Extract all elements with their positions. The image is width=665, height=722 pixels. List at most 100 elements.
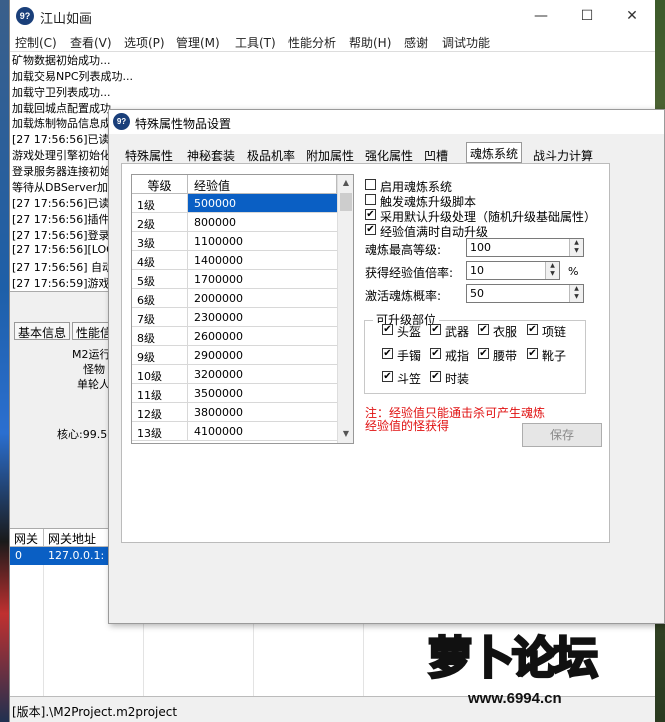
exp-cell[interactable]: 800000: [188, 213, 337, 232]
spin-arrows-icon[interactable]: ▲ ▼: [569, 285, 583, 302]
save-button[interactable]: 保存: [522, 423, 602, 447]
menu-bar: 控制(C) 查看(V) 选项(P) 管理(M) 工具(T) 性能分析 帮助(H)…: [10, 32, 655, 52]
level-col-header[interactable]: 等级: [132, 175, 188, 194]
level-cell: 11级: [132, 384, 188, 403]
table-row[interactable]: 1级 500000: [132, 194, 337, 213]
checkbox-label: 腰带: [493, 349, 518, 363]
exp-rate-stepper[interactable]: 10 ▲ ▼: [466, 261, 560, 280]
level-cell: 13级: [132, 422, 188, 441]
table-row[interactable]: 4级 1400000: [132, 251, 337, 270]
tab-groove[interactable]: 凹槽: [420, 144, 452, 164]
activate-rate-stepper[interactable]: 50 ▲ ▼: [466, 284, 584, 303]
log-line: [27 17:56:59]游戏: [12, 277, 110, 290]
log-line: [27 17:56:56]已读: [12, 133, 110, 146]
table-row[interactable]: 6级 2000000: [132, 289, 337, 308]
table-row[interactable]: 3级 1100000: [132, 232, 337, 251]
exp-cell[interactable]: 3500000: [188, 384, 337, 403]
exp-cell[interactable]: 1100000: [188, 232, 337, 251]
table-row[interactable]: 9级 2900000: [132, 346, 337, 365]
logo-url: www.6994.cn: [468, 690, 562, 707]
menu-tools[interactable]: 工具(T): [235, 34, 276, 51]
checkmark-icon: ✔: [478, 348, 489, 359]
checkbox-empty-icon: [365, 194, 376, 205]
tab-rare-rate[interactable]: 极品机率: [243, 144, 299, 164]
app-icon: 9?: [16, 7, 34, 25]
menu-debug[interactable]: 调试功能: [442, 34, 490, 51]
level-cell: 2级: [132, 213, 188, 232]
exp-col-header[interactable]: 经验值: [188, 175, 337, 194]
level-exp-grid[interactable]: 等级 经验值 1级 500000 2级 800000 3级 1100000 4级…: [131, 174, 354, 444]
tab-basic-info[interactable]: 基本信息: [14, 322, 71, 340]
exp-cell[interactable]: 500000: [188, 194, 337, 213]
checkbox-label: 头盔: [397, 325, 422, 339]
minimize-icon[interactable]: —: [518, 0, 564, 32]
table-row[interactable]: 5级 1700000: [132, 270, 337, 289]
tab-mystery-set[interactable]: 神秘套装: [183, 144, 239, 164]
tab-soul-refine[interactable]: 魂炼系统: [466, 142, 523, 163]
log-line: 登录服务器连接初始: [12, 165, 111, 178]
scroll-down-icon[interactable]: ▼: [338, 426, 353, 442]
tab-special-attr[interactable]: 特殊属性: [121, 144, 177, 164]
checkmark-icon: ✔: [365, 224, 376, 235]
scroll-thumb[interactable]: [340, 193, 352, 211]
level-cell: 5级: [132, 270, 188, 289]
exp-rate-label: 获得经验值倍率:: [365, 266, 454, 280]
gateway-col-header[interactable]: 网关: [10, 529, 44, 547]
checkbox-label: 斗笠: [397, 372, 422, 386]
dialog-app-icon: 9?: [113, 113, 130, 130]
logo-text: 萝卜论坛: [427, 632, 600, 686]
menu-thanks[interactable]: 感谢: [404, 34, 428, 51]
exp-cell[interactable]: 3200000: [188, 365, 337, 384]
tab-extra-attr[interactable]: 附加属性: [302, 144, 358, 164]
scroll-up-icon[interactable]: ▲: [338, 175, 353, 191]
exp-cell[interactable]: 3800000: [188, 403, 337, 422]
percent-unit: %: [568, 265, 579, 278]
checkbox-label: 戒指: [445, 349, 470, 363]
log-line: 加载交易NPC列表成功...: [12, 70, 134, 83]
log-line: 加载炼制物品信息成: [12, 117, 111, 130]
spin-arrows-icon[interactable]: ▲ ▼: [545, 262, 559, 279]
table-grid: [10, 565, 44, 697]
max-level-stepper[interactable]: 100 ▲ ▼: [466, 238, 584, 257]
menu-view[interactable]: 查看(V): [70, 34, 112, 51]
menu-performance[interactable]: 性能分析: [288, 34, 336, 51]
exp-cell[interactable]: 2300000: [188, 308, 337, 327]
log-line: 等待从DBServer加载: [12, 181, 119, 194]
desktop-left-strip: [0, 0, 9, 722]
activate-rate-value: 50: [470, 287, 484, 300]
log-line: 游戏处理引擎初始化: [12, 149, 111, 162]
table-row[interactable]: 11级 3500000: [132, 384, 337, 403]
table-row[interactable]: 12级 3800000: [132, 403, 337, 422]
table-row[interactable]: 8级 2600000: [132, 327, 337, 346]
level-cell: 10级: [132, 365, 188, 384]
menu-manage[interactable]: 管理(M): [176, 34, 220, 51]
checkmark-icon: ✔: [527, 324, 538, 335]
exp-cell[interactable]: 2600000: [188, 327, 337, 346]
level-cell: 9级: [132, 346, 188, 365]
activate-rate-label: 激活魂炼概率:: [365, 289, 442, 303]
menu-help[interactable]: 帮助(H): [349, 34, 391, 51]
exp-cell[interactable]: 1700000: [188, 270, 337, 289]
table-row[interactable]: 7级 2300000: [132, 308, 337, 327]
exp-cell[interactable]: 1400000: [188, 251, 337, 270]
maximize-icon[interactable]: ☐: [564, 0, 610, 32]
grid-scrollbar[interactable]: ▲ ▼: [337, 175, 353, 443]
menu-options[interactable]: 选项(P): [124, 34, 165, 51]
exp-cell[interactable]: 4100000: [188, 422, 337, 441]
table-row[interactable]: 2级 800000: [132, 213, 337, 232]
spin-arrows-icon[interactable]: ▲ ▼: [569, 239, 583, 256]
table-row[interactable]: 10级 3200000: [132, 365, 337, 384]
checkbox-empty-icon: [365, 179, 376, 190]
table-row[interactable]: 13级 4100000: [132, 422, 337, 441]
menu-control[interactable]: 控制(C): [15, 34, 57, 51]
checkmark-icon: ✔: [365, 209, 376, 220]
checkmark-icon: ✔: [527, 348, 538, 359]
tab-combat-power[interactable]: 战斗力计算: [529, 144, 597, 164]
log-line: [27 17:56:56]登录: [12, 229, 110, 242]
level-cell: 8级: [132, 327, 188, 346]
exp-cell[interactable]: 2900000: [188, 346, 337, 365]
tab-enhance-attr[interactable]: 强化属性: [361, 144, 417, 164]
close-icon[interactable]: ✕: [609, 0, 655, 32]
exp-cell[interactable]: 2000000: [188, 289, 337, 308]
checkbox-label: 时装: [445, 372, 470, 386]
